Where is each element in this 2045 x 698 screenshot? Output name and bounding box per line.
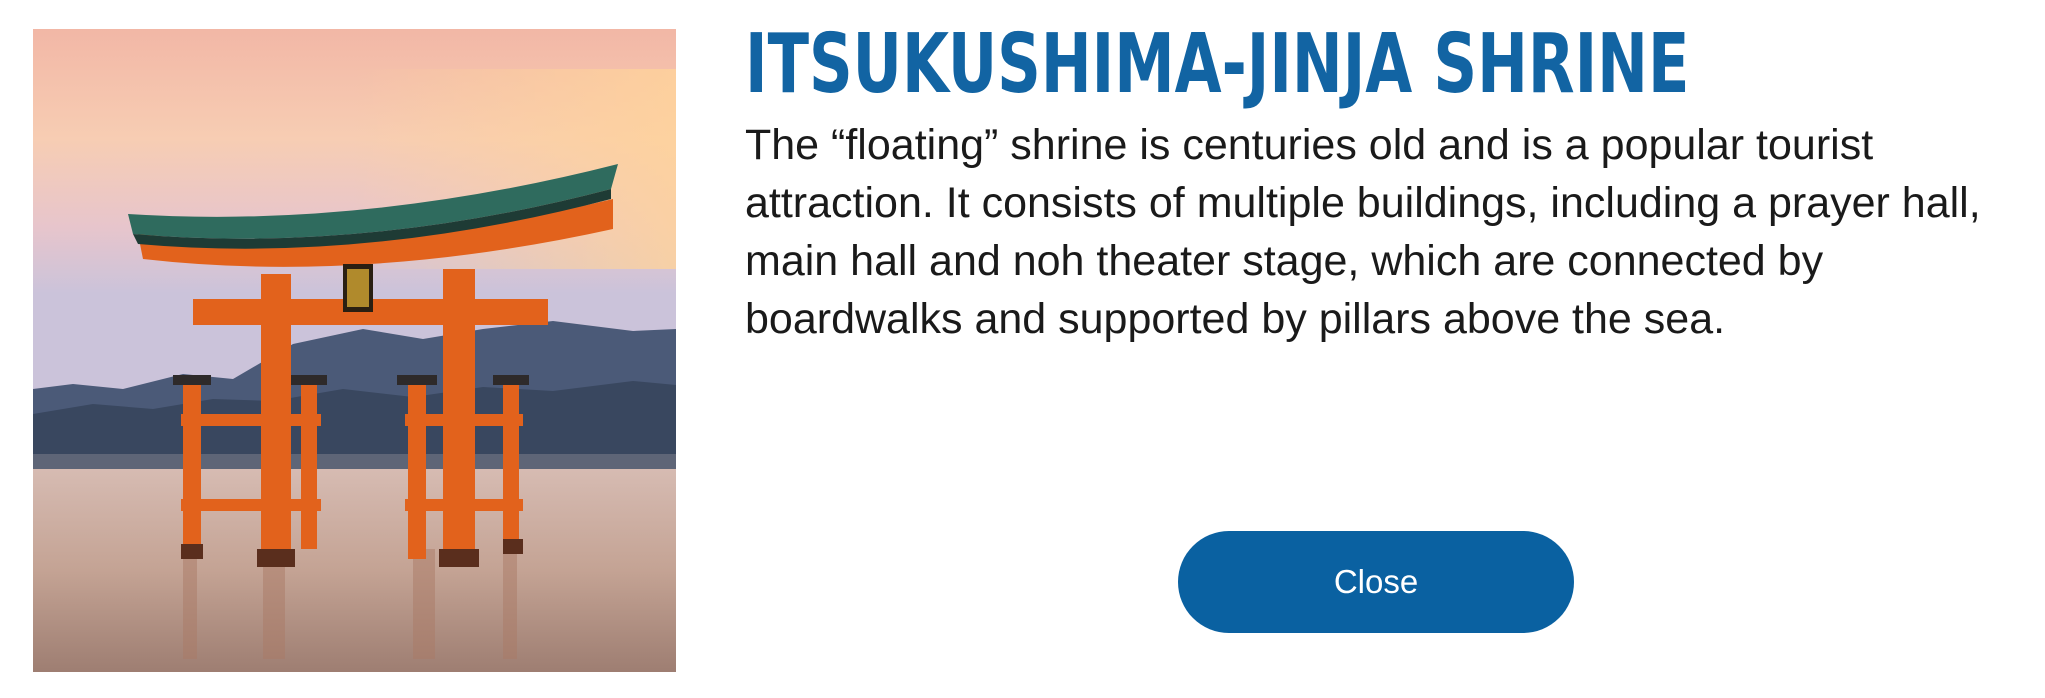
shrine-description: The “floating” shrine is centuries old a… [745,121,1981,343]
close-button[interactable]: Close [1178,531,1574,633]
page-title: ITSUKUSHIMA-JINJA SHRINE [745,17,1690,112]
shrine-info-modal: ITSUKUSHIMA-JINJA SHRINE The “floating” … [0,0,2045,698]
shrine-photo [33,29,676,672]
